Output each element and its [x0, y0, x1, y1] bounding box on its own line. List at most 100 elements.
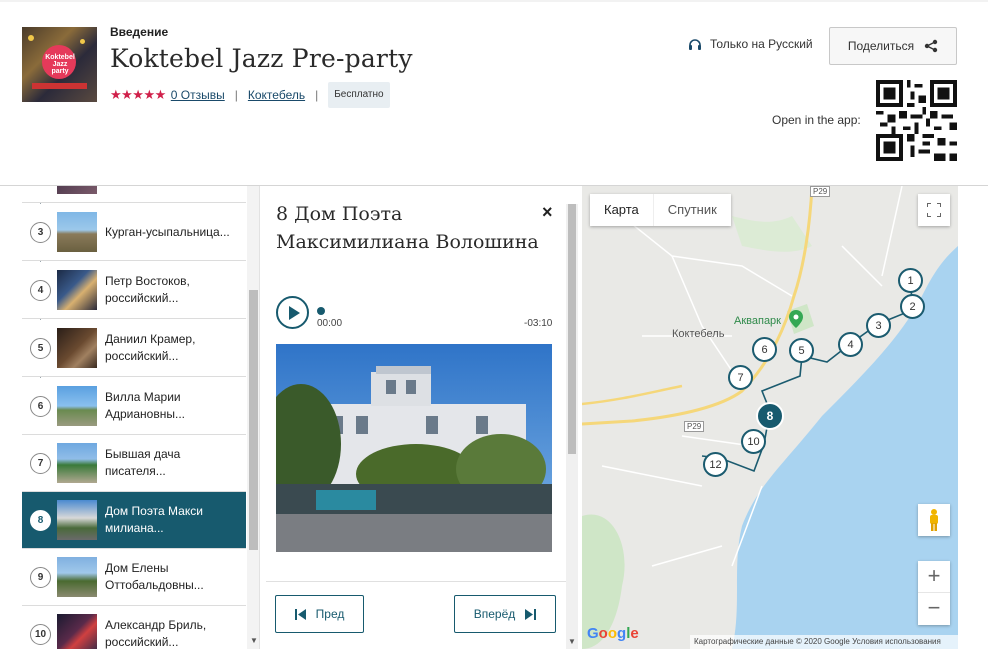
time-elapsed: 00:00	[317, 318, 343, 329]
list-scrollbar[interactable]: ▼	[247, 186, 259, 649]
map-marker[interactable]: 12	[703, 452, 728, 477]
map-marker[interactable]: 6	[752, 337, 777, 362]
stop-detail-panel: 8 Дом Поэта Максимилиана Волошина × 00:0…	[262, 186, 580, 649]
scroll-down-arrow-icon[interactable]: ▼	[250, 636, 258, 645]
stop-thumbnail	[57, 212, 97, 252]
tour-title: Koktebel Jazz Pre-party	[110, 44, 413, 73]
zoom-in-button[interactable]: +	[918, 561, 950, 593]
time-remaining: -03:10	[524, 318, 553, 329]
list-item[interactable]: 7 Бывшая дача писателя...	[22, 435, 246, 492]
share-button[interactable]: Поделиться	[829, 27, 957, 65]
section-label: Введение	[110, 25, 169, 39]
list-item[interactable]: 3 Курган-усыпальница...	[22, 204, 246, 261]
tour-cover-image: Koktebel Jazz party	[22, 27, 97, 102]
stop-label: Вилла Марии Адриановны...	[105, 390, 185, 421]
map-type-tabs: Карта Спутник	[590, 194, 731, 226]
list-item[interactable]: 5 Даниил Крамер, российский...	[22, 320, 246, 377]
zoom-controls: + −	[918, 561, 950, 625]
stop-thumbnail	[57, 443, 97, 483]
close-icon[interactable]: ×	[542, 202, 553, 223]
stop-thumbnail	[57, 270, 97, 310]
tab-satellite[interactable]: Спутник	[654, 194, 731, 226]
list-item-active[interactable]: 8 Дом Поэта Макси милиана...	[22, 492, 246, 549]
fullscreen-icon	[927, 203, 941, 217]
scroll-down-arrow-icon[interactable]: ▼	[568, 637, 576, 646]
detail-scrollbar-thumb[interactable]	[568, 204, 576, 454]
stop-number: 4	[30, 279, 51, 301]
previous-button[interactable]: Пред	[275, 595, 364, 633]
play-button[interactable]	[276, 296, 309, 329]
map-poi-pin-icon[interactable]	[789, 310, 803, 328]
page: Koktebel Jazz party Введение Koktebel Ja…	[0, 0, 988, 649]
map-marker[interactable]: 5	[789, 338, 814, 363]
map-marker-active[interactable]: 8	[756, 402, 784, 430]
next-button[interactable]: Вперёд	[454, 595, 556, 633]
detail-scrollbar[interactable]: ▼	[566, 204, 578, 649]
road-sign-label: P29	[684, 421, 705, 432]
top-divider	[0, 0, 988, 2]
map-marker[interactable]: 7	[728, 365, 753, 390]
list-item[interactable]: 9 Дом Елены Оттобальдовны...	[22, 549, 246, 606]
map-aquapark-label: Аквапарк	[734, 315, 781, 327]
stop-label: Дом Поэта Макси милиана...	[105, 504, 203, 535]
stop-number: 9	[30, 566, 51, 588]
next-label: Вперёд	[473, 607, 516, 621]
stop-title: 8 Дом Поэта Максимилиана Волошина	[276, 203, 539, 253]
stop-number: 10	[30, 623, 51, 645]
stop-photo	[276, 344, 552, 552]
audio-progress-handle[interactable]	[317, 307, 325, 315]
list-scrollbar-thumb[interactable]	[249, 290, 258, 550]
google-logo: Google	[587, 625, 639, 642]
stop-thumbnail	[57, 614, 97, 649]
reviews-link[interactable]: 0 Отзывы	[171, 88, 225, 102]
stop-number: 6	[30, 395, 51, 417]
pegman-icon	[930, 509, 938, 531]
stop-label: Курган-усыпальница...	[105, 224, 230, 239]
stop-number: 8	[30, 509, 51, 531]
stop-thumbnail	[57, 557, 97, 597]
stop-navigation: Пред Вперёд	[266, 581, 566, 649]
map-marker[interactable]: 4	[838, 332, 863, 357]
list-item[interactable]: 6 Вилла Марии Адриановны...	[22, 378, 246, 435]
stop-label: Дом Елены Оттобальдовны...	[105, 561, 204, 592]
price-badge: Бесплатно	[328, 82, 390, 108]
list-item[interactable]: 4 Петр Востоков, российский...	[22, 262, 246, 319]
play-icon	[288, 305, 300, 320]
previous-label: Пред	[315, 607, 345, 621]
share-icon	[924, 39, 938, 53]
route-map[interactable]: Коктебель Аквапарк P29 P29 1 2 3 4 5 6 7…	[582, 186, 958, 649]
open-in-app-label: Open in the app:	[772, 113, 861, 127]
map-marker[interactable]: 1	[898, 268, 923, 293]
stop-number: 3	[30, 221, 51, 243]
tab-map[interactable]: Карта	[590, 194, 654, 226]
map-marker[interactable]: 3	[866, 313, 891, 338]
road-sign-label: P29	[810, 186, 831, 197]
stop-number: 5	[30, 337, 51, 359]
map-marker[interactable]: 10	[741, 429, 766, 454]
meta-separator: |	[315, 88, 319, 102]
stops-list: 3 Курган-усыпальница... 4 Петр Востоков,…	[22, 186, 260, 649]
stop-label: Александр Бриль, российский...	[105, 618, 207, 649]
stop-thumbnail	[57, 328, 97, 368]
qr-code-icon[interactable]	[876, 80, 957, 161]
stop-number: 7	[30, 452, 51, 474]
map-marker[interactable]: 2	[900, 294, 925, 319]
tour-header: Koktebel Jazz party Введение Koktebel Ja…	[0, 0, 988, 186]
language-label: Только на Русский	[710, 37, 813, 51]
stop-label: Даниил Крамер, российский...	[105, 332, 196, 363]
meta-separator: |	[234, 88, 238, 102]
language-indicator: Только на Русский	[688, 37, 813, 51]
map-attribution[interactable]: Картографические данные © 2020 Google Ус…	[690, 635, 958, 649]
stop-thumbnail	[57, 386, 97, 426]
fullscreen-button[interactable]	[918, 194, 950, 226]
street-view-button[interactable]	[918, 504, 950, 536]
list-item[interactable]	[22, 186, 246, 203]
skip-forward-icon	[525, 608, 537, 620]
location-link[interactable]: Коктебель	[248, 88, 305, 102]
stop-thumbnail	[57, 500, 97, 540]
zoom-out-button[interactable]: −	[918, 593, 950, 625]
map-town-label: Коктебель	[672, 328, 725, 340]
stop-label: Петр Востоков, российский...	[105, 274, 190, 305]
list-item[interactable]: 10 Александр Бриль, российский...	[22, 606, 246, 649]
share-label: Поделиться	[847, 39, 915, 53]
